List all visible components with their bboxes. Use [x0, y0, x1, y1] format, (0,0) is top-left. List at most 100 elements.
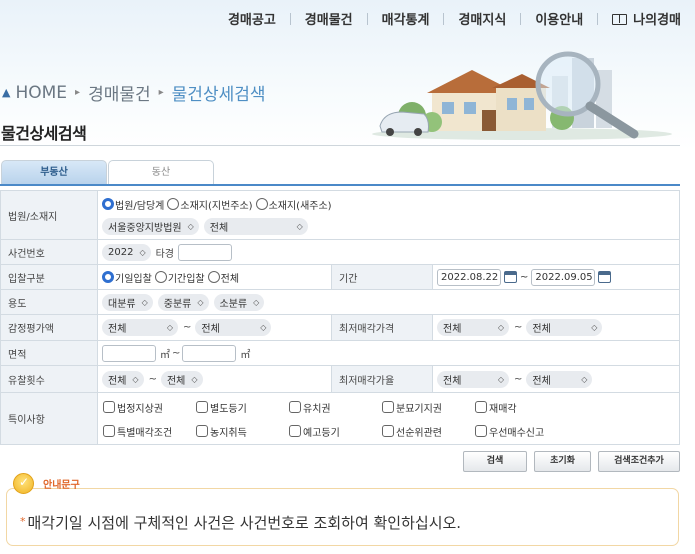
- checkbox-resale[interactable]: 재매각: [475, 400, 568, 415]
- appraisal-to-value: 전체: [201, 324, 220, 335]
- min-price-to-select[interactable]: 전체 ◇: [526, 319, 603, 336]
- house-magnifier-illustration: [372, 51, 672, 140]
- min-price-tilde: ~: [514, 322, 523, 333]
- usage-small-select[interactable]: 소분류 ◇: [213, 293, 265, 311]
- special-notes-label: 특이사항: [0, 392, 98, 445]
- chevron-updown-icon: ◇: [497, 323, 504, 332]
- checkbox-farmland-acquisition[interactable]: 농지취득: [196, 424, 289, 439]
- usage-large-select[interactable]: 대분류 ◇: [102, 293, 153, 311]
- checkbox-icon: [382, 425, 394, 437]
- breadcrumb-home[interactable]: HOME: [15, 83, 67, 103]
- case-year-value: 2022: [108, 246, 134, 258]
- date-to-input[interactable]: 2022.09.05: [531, 268, 596, 286]
- fail-count-to-select[interactable]: 전체 ◇: [160, 370, 203, 388]
- court-location-cell: 법원/담당계 소재지(지번주소) 소재지(새주소) 서울중앙지방법원 ◇ 전체 ◇: [97, 190, 680, 240]
- area-unit-label: ㎡: [240, 349, 251, 361]
- usage-large-value: 대분류: [108, 298, 136, 310]
- date-from-input[interactable]: 2022.08.22: [437, 268, 501, 286]
- lightbulb-check-icon: [13, 473, 34, 494]
- checkbox-label: 분묘기지권: [396, 403, 442, 415]
- checkbox-legal-superficies[interactable]: 법정지상권: [103, 400, 196, 415]
- checkbox-notice-registry[interactable]: 예고등기: [289, 424, 382, 439]
- calendar-icon[interactable]: [504, 271, 517, 283]
- calendar-icon[interactable]: [598, 271, 612, 283]
- radio-road-address[interactable]: 소재지(새주소): [255, 197, 332, 212]
- case-year-select[interactable]: 2022 ◇: [102, 243, 151, 261]
- checkbox-icon: [289, 401, 301, 413]
- case-number-input[interactable]: [178, 243, 233, 261]
- checkbox-icon: [196, 425, 208, 437]
- radio-empty-icon: [255, 198, 268, 210]
- appraisal-to-select[interactable]: 전체 ◇: [195, 319, 272, 336]
- radio-selected-icon: [102, 271, 114, 283]
- checkbox-priority-purchase[interactable]: 우선매수신고: [475, 424, 568, 439]
- radio-date-bid-label: 기일입찰: [115, 273, 152, 285]
- fail-count-label: 유찰횟수: [0, 365, 98, 393]
- min-rate-to-select[interactable]: 전체 ◇: [526, 370, 593, 388]
- radio-lot-address-label: 소재지(지번주소): [180, 200, 253, 212]
- checkbox-lien[interactable]: 유치권: [289, 400, 382, 415]
- notice-text: 매각기일 시점에 구체적인 사건은 사건번호로 조회하여 확인하십시오.: [27, 514, 462, 532]
- breadcrumb-current: 물건상세검색: [171, 85, 266, 105]
- radio-empty-icon: [167, 198, 180, 210]
- checkbox-grave-site[interactable]: 분묘기지권: [382, 400, 475, 415]
- radio-lot-address[interactable]: 소재지(지번주소): [167, 197, 253, 212]
- nav-usage-guide[interactable]: 이용안내: [521, 9, 597, 28]
- area-from-input[interactable]: [102, 344, 156, 362]
- special-notes-cell: 법정지상권 별도등기 유치권 분묘기지권 재매각 특별매각조건 농지취득 예고등…: [97, 392, 680, 445]
- nav-my-auction[interactable]: 나의경매: [598, 9, 695, 28]
- appraisal-label: 감정평가액: [0, 314, 98, 341]
- fail-count-from-select[interactable]: 전체 ◇: [102, 370, 144, 388]
- checkbox-icon: [475, 401, 487, 413]
- bid-type-cell: 기일입찰 기간입찰 전체: [97, 264, 332, 290]
- checkbox-senior-rights[interactable]: 선순위관련: [382, 424, 475, 439]
- checkbox-label: 우선매수신고: [489, 427, 545, 439]
- checkbox-label: 별도등기: [210, 403, 247, 415]
- radio-date-bid[interactable]: 기일입찰: [102, 270, 152, 285]
- appraisal-tilde: ~: [183, 322, 192, 333]
- chevron-updown-icon: ◇: [187, 221, 194, 231]
- checkbox-label: 유치권: [303, 403, 331, 415]
- nav-auction-notice[interactable]: 경매공고: [214, 9, 290, 28]
- radio-bid-all[interactable]: 전체: [207, 270, 239, 285]
- radio-court-division[interactable]: 법원/담당계: [102, 197, 164, 212]
- min-rate-from-select[interactable]: 전체 ◇: [437, 370, 509, 388]
- tab-movables[interactable]: 동산: [108, 160, 214, 184]
- tab-real-estate[interactable]: 부동산: [1, 160, 107, 184]
- reset-button[interactable]: 초기화: [534, 451, 591, 472]
- checkbox-label: 재매각: [489, 403, 517, 415]
- chevron-updown-icon: ◇: [581, 374, 588, 384]
- min-price-to-value: 전체: [532, 324, 551, 335]
- breadcrumb-auction-items[interactable]: 경매물건: [88, 80, 151, 105]
- header-banner: 경매공고 경매물건 매각통계 경매지식 이용안내 나의경매 ▲ HOME ▸ 경…: [0, 0, 695, 150]
- checkbox-separate-registry[interactable]: 별도등기: [196, 400, 289, 415]
- nav-auction-knowledge[interactable]: 경매지식: [444, 9, 520, 28]
- radio-period-bid[interactable]: 기간입찰: [154, 270, 205, 285]
- appraisal-from-select[interactable]: 전체 ◇: [102, 319, 178, 336]
- search-button[interactable]: 검색: [463, 451, 527, 472]
- fail-count-to-value: 전체: [166, 375, 186, 387]
- nav-sale-statistics[interactable]: 매각통계: [368, 9, 444, 28]
- checkbox-label: 선순위관련: [396, 427, 442, 439]
- court-location-label: 법원/소재지: [0, 190, 98, 240]
- date-range-tilde: ~: [520, 271, 529, 283]
- add-condition-button[interactable]: 검색조건추가: [598, 451, 680, 472]
- area-to-input[interactable]: [182, 344, 237, 362]
- checkbox-special-sale-conditions[interactable]: 특별매각조건: [103, 424, 196, 439]
- breadcrumb-arrow-icon: ▸: [75, 87, 81, 98]
- nav-auction-items[interactable]: 경매물건: [291, 9, 367, 28]
- top-nav: 경매공고 경매물건 매각통계 경매지식 이용안내 나의경매: [214, 9, 695, 28]
- notice-title: 안내문구: [43, 480, 80, 491]
- usage-medium-select[interactable]: 중분류 ◇: [157, 293, 209, 311]
- court-select[interactable]: 서울중앙지방법원 ◇: [102, 217, 199, 235]
- min-price-from-select[interactable]: 전체 ◇: [437, 319, 509, 336]
- radio-court-division-label: 법원/담당계: [115, 200, 165, 212]
- min-rate-label: 최저매각가율: [331, 365, 433, 393]
- chevron-updown-icon: ◇: [197, 297, 204, 307]
- division-select[interactable]: 전체 ◇: [203, 217, 308, 235]
- usage-label: 용도: [0, 289, 98, 315]
- area-cell: ㎡ ~ ㎡: [97, 340, 680, 366]
- chevron-updown-icon: ◇: [191, 374, 198, 384]
- usage-medium-value: 중분류: [163, 298, 192, 310]
- chevron-updown-icon: ◇: [253, 297, 260, 307]
